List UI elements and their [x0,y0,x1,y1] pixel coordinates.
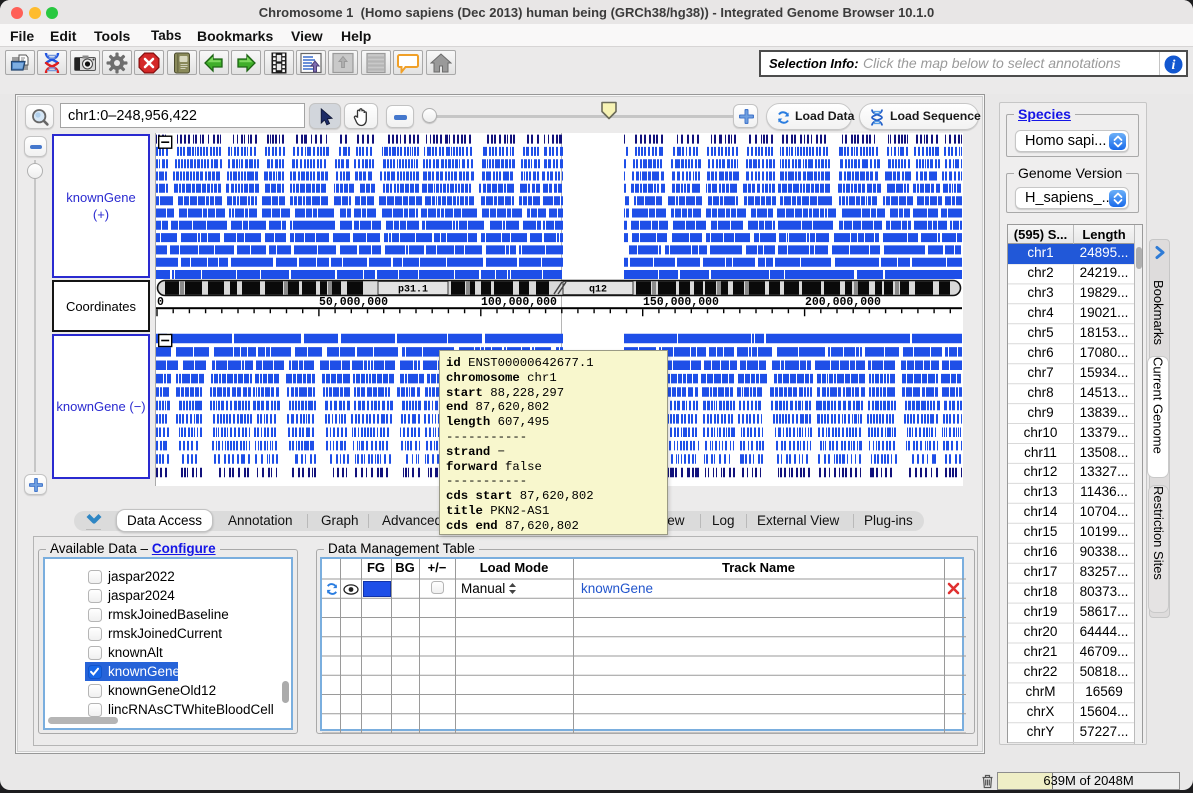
svg-text:p31.1: p31.1 [398,285,428,296]
svg-text:50,000,000: 50,000,000 [319,296,388,309]
svg-text:150,000,000: 150,000,000 [643,296,719,309]
svg-text:200,000,000: 200,000,000 [805,296,881,309]
svg-text:0: 0 [157,296,164,309]
svg-text:q12: q12 [589,285,607,296]
svg-text:100,000,000: 100,000,000 [481,296,557,309]
svg-text:i: i [1172,58,1176,73]
